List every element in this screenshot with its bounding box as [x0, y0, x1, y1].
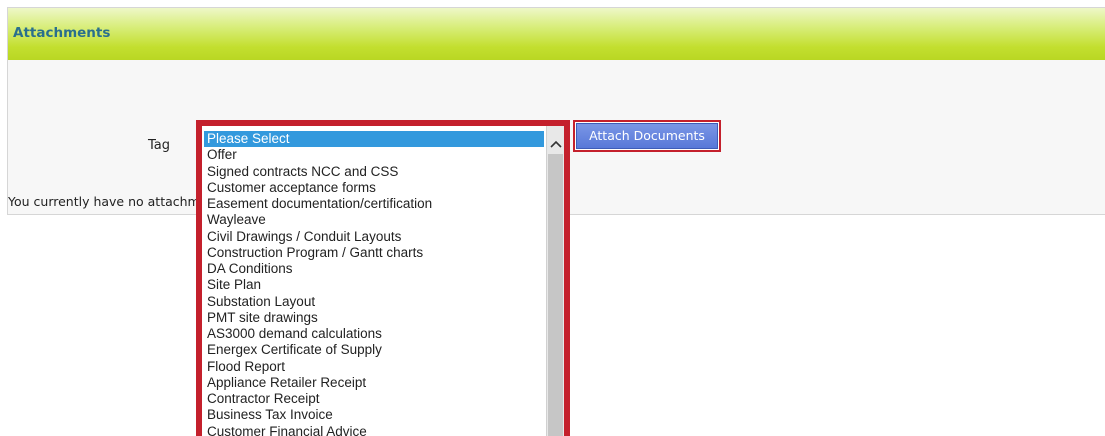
tag-select-scrollbar[interactable] [546, 126, 564, 436]
attach-documents-button-highlight[interactable]: Attach Documents [573, 120, 721, 152]
chevron-up-icon[interactable] [547, 136, 564, 152]
tag-option-civil-drawings[interactable]: Civil Drawings / Conduit Layouts [202, 229, 546, 245]
tag-option-da-conditions[interactable]: DA Conditions [202, 261, 546, 277]
tag-option-substation-layout[interactable]: Substation Layout [202, 294, 546, 310]
tag-option-as3000-demand[interactable]: AS3000 demand calculations [202, 326, 546, 342]
tag-options-list: Please Select Offer Signed contracts NCC… [202, 131, 546, 436]
tag-option-business-tax-invoice[interactable]: Business Tax Invoice [202, 407, 546, 423]
tag-label: Tag [148, 138, 171, 153]
tag-option-signed-contracts[interactable]: Signed contracts NCC and CSS [202, 164, 546, 180]
tag-option-please-select[interactable]: Please Select [204, 131, 544, 148]
tag-option-customer-financial-advice[interactable]: Customer Financial Advice [202, 424, 546, 436]
tag-option-pmt-site-drawings[interactable]: PMT site drawings [202, 310, 546, 326]
scroll-thumb[interactable] [548, 154, 563, 436]
tag-option-easement[interactable]: Easement documentation/certification [202, 196, 546, 212]
tag-option-contractor-receipt[interactable]: Contractor Receipt [202, 391, 546, 407]
tag-select[interactable]: Please Select Offer Signed contracts NCC… [202, 126, 564, 436]
panel-title: Attachments [13, 25, 111, 41]
tag-option-appliance-receipt[interactable]: Appliance Retailer Receipt [202, 375, 546, 391]
tag-option-wayleave[interactable]: Wayleave [202, 212, 546, 228]
tag-option-customer-acceptance[interactable]: Customer acceptance forms [202, 180, 546, 196]
tag-option-offer[interactable]: Offer [202, 147, 546, 163]
tag-option-energex-certificate[interactable]: Energex Certificate of Supply [202, 342, 546, 358]
tag-select-highlight: Please Select Offer Signed contracts NCC… [196, 120, 570, 436]
panel-header: Attachments [8, 8, 1105, 60]
tag-option-site-plan[interactable]: Site Plan [202, 277, 546, 293]
attach-documents-button[interactable]: Attach Documents [576, 123, 718, 149]
tag-option-construction-program[interactable]: Construction Program / Gantt charts [202, 245, 546, 261]
no-attachments-message: You currently have no attachments [8, 194, 204, 209]
tag-option-flood-report[interactable]: Flood Report [202, 359, 546, 375]
